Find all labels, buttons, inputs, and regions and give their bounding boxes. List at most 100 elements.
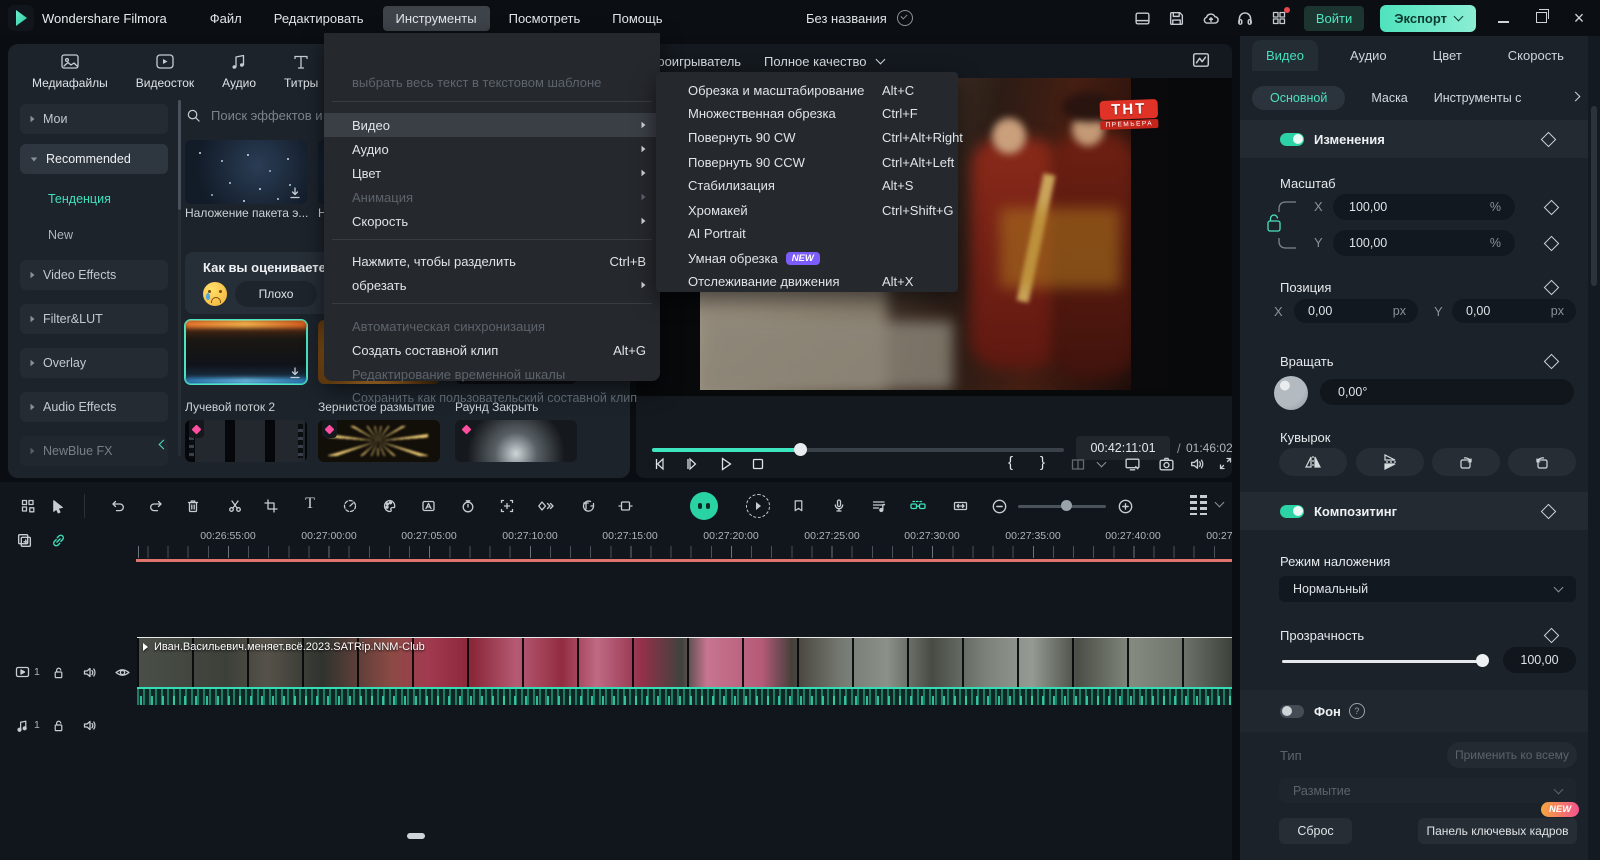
zoom-fit-icon[interactable] [950, 496, 970, 516]
position-x-field[interactable]: 0,00 px [1294, 299, 1418, 323]
layout-icon[interactable] [1134, 9, 1152, 27]
opacity-slider-handle[interactable] [1476, 654, 1489, 667]
menu-view[interactable]: Посмотреть [496, 6, 594, 31]
keyframe-icon[interactable] [1544, 354, 1560, 370]
speed-icon[interactable] [340, 496, 360, 516]
sidebar-item-new[interactable]: New [48, 228, 73, 242]
menu-item-split[interactable]: Нажмите, чтобы разделить Ctrl+B [324, 249, 660, 273]
audio-list-icon[interactable] [869, 496, 889, 516]
menu-item-audio[interactable]: Аудио [324, 137, 660, 161]
select-cursor-icon[interactable] [48, 496, 68, 516]
tab-video-stock[interactable]: Видеосток [136, 52, 194, 90]
menu-help[interactable]: Помощь [599, 6, 675, 31]
scopes-icon[interactable] [1192, 52, 1210, 71]
props-scrollbar[interactable] [1588, 36, 1600, 860]
submenu-item-multi-trim[interactable]: Множественная обрезка Ctrl+F [656, 101, 958, 125]
effect-card-thumb[interactable] [185, 420, 307, 462]
help-icon[interactable]: ? [1349, 703, 1365, 719]
scale-y-field[interactable]: 100,00 % [1333, 230, 1515, 256]
sidebar-item-video-effects[interactable]: Video Effects [20, 260, 168, 290]
rotate-ccw-button[interactable] [1508, 448, 1576, 476]
background-blur-dropdown[interactable]: Размытие [1279, 778, 1576, 803]
menu-tools[interactable]: Инструменты [383, 6, 490, 31]
submenu-item-chroma-key[interactable]: Хромакей Ctrl+Shift+G [656, 198, 958, 222]
minimize-button[interactable] [1492, 10, 1514, 27]
trim-icon[interactable] [1070, 457, 1086, 475]
tab-video-props[interactable]: Видео [1252, 40, 1318, 71]
linked-clips-icon[interactable] [908, 496, 928, 516]
transform-toggle[interactable] [1280, 133, 1304, 146]
keyframe-icon[interactable] [1541, 131, 1557, 147]
bookmark-icon[interactable] [788, 496, 808, 516]
save-icon[interactable] [1168, 9, 1186, 27]
timeline-clip[interactable]: Иван.Васильевич.меняет.всё.2023.SATRip.N… [137, 637, 1232, 705]
video-track-mute-icon[interactable] [80, 662, 100, 682]
submenu-item-motion-tracking[interactable]: Отслеживание движения Alt+X [656, 269, 958, 293]
apps-grid-icon[interactable] [1270, 9, 1288, 27]
delete-icon[interactable] [183, 496, 203, 516]
tab-media-files[interactable]: Медиафайлы [32, 52, 108, 90]
subtab-ai-tools[interactable]: Инструменты с [1434, 91, 1522, 105]
sidebar-item-overlay[interactable]: Overlay [20, 348, 168, 378]
color-palette-icon[interactable] [380, 496, 400, 516]
effect-card-thumb[interactable] [318, 420, 440, 462]
auto-link-icon[interactable] [48, 530, 68, 550]
keyframe-icon[interactable] [1544, 236, 1560, 252]
mark-out-icon[interactable]: } [1040, 454, 1045, 471]
undo-icon[interactable] [108, 496, 128, 516]
flip-horizontal-button[interactable] [1279, 448, 1347, 476]
menu-item-compound-clip[interactable]: Создать составной клип Alt+G [324, 338, 660, 362]
tab-titles[interactable]: Титры [284, 52, 318, 90]
keyframe-panel-button[interactable]: Панель ключевых кадров [1418, 818, 1577, 844]
motion-tracking-icon[interactable] [578, 496, 598, 516]
rail-scrollbar-thumb[interactable] [178, 100, 181, 210]
crop-icon[interactable] [261, 496, 281, 516]
play-button[interactable] [718, 456, 734, 475]
split-scissors-icon[interactable] [225, 496, 245, 516]
audio-track-mute-icon[interactable] [80, 715, 100, 735]
cloud-upload-icon[interactable] [1202, 9, 1220, 27]
fullscreen-icon[interactable] [1218, 456, 1232, 474]
sidebar-item-filter-lut[interactable]: Filter&LUT [20, 304, 168, 334]
mark-in-icon[interactable]: { [1008, 454, 1013, 471]
ai-assistant-icon[interactable] [690, 492, 718, 520]
props-scrollbar-thumb[interactable] [1591, 106, 1597, 286]
keyframe-icon[interactable] [1544, 200, 1560, 216]
quality-selector[interactable]: Полное качество [764, 50, 884, 72]
submenu-item-smart-crop[interactable]: Умная обрезка NEW [656, 246, 958, 270]
copy-timeline-icon[interactable] [14, 530, 34, 550]
track-manager-chevron-icon[interactable] [1215, 498, 1225, 508]
track-manager-icon[interactable] [1190, 495, 1207, 515]
tab-color-props[interactable]: Цвет [1419, 40, 1476, 71]
menu-edit[interactable]: Редактировать [261, 6, 377, 31]
media-manage-icon[interactable] [18, 496, 38, 516]
ruler-ticks[interactable] [136, 546, 1232, 558]
submenu-item-rotate-ccw[interactable]: Повернуть 90 CCW Ctrl+Alt+Left [656, 150, 958, 174]
submenu-item-crop-zoom[interactable]: Обрезка и масштабирование Alt+C [656, 78, 958, 102]
screen-record-icon[interactable] [746, 494, 770, 518]
sidebar-item-audio-effects[interactable]: Audio Effects [20, 392, 168, 422]
timer-icon[interactable] [458, 496, 478, 516]
apply-all-button[interactable]: Применить ко всему [1447, 742, 1577, 768]
video-track-lock-icon[interactable] [48, 662, 68, 682]
effect-card-thumb[interactable] [185, 140, 307, 204]
display-icon[interactable] [1124, 456, 1141, 475]
video-track-visibility-icon[interactable] [112, 662, 132, 682]
zoom-out-icon[interactable] [989, 496, 1009, 516]
sidebar-item-my[interactable]: Мои [20, 104, 168, 134]
horizontal-scroll-handle[interactable] [407, 833, 425, 839]
menu-item-trim[interactable]: обрезать [324, 273, 660, 297]
keyframe-icon[interactable] [1544, 280, 1560, 296]
sidebar-item-trend[interactable]: Тенденция [48, 192, 111, 206]
menu-item-video[interactable]: Видео [324, 113, 660, 137]
audio-track-lock-icon[interactable] [48, 715, 68, 735]
snapshot-camera-icon[interactable] [1158, 456, 1175, 475]
tab-audio[interactable]: Аудио [222, 52, 256, 90]
compositing-toggle[interactable] [1280, 505, 1304, 518]
zoom-in-icon[interactable] [1115, 496, 1135, 516]
rotate-cw-button[interactable] [1432, 448, 1500, 476]
menu-item-speed[interactable]: Скорость [324, 209, 660, 233]
next-frame-button[interactable] [685, 456, 701, 475]
background-toggle[interactable] [1280, 705, 1304, 718]
previous-frame-button[interactable] [652, 456, 668, 475]
